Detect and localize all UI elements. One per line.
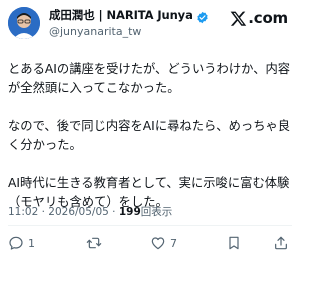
tweet-paragraph: とあるAIの講座を受けたが、どういうわけか、内容 が全然頭に入ってこなかった。 bbox=[8, 60, 296, 98]
brand-logo[interactable]: .com bbox=[230, 9, 288, 27]
tweet-date[interactable]: 2026/05/05 bbox=[48, 206, 109, 218]
divider bbox=[8, 225, 292, 226]
tweet-paragraph: なので、後で同じ内容をAIに尋ねたら、めっちゃ良 く分かった。 bbox=[8, 117, 296, 155]
reply-icon bbox=[9, 236, 23, 250]
retweet-icon bbox=[86, 237, 102, 249]
retweet-button[interactable] bbox=[86, 231, 106, 255]
reply-button[interactable]: 1 bbox=[8, 231, 35, 255]
meta-separator: · bbox=[41, 206, 45, 218]
tweet-line: が全然頭に入ってこなかった。 bbox=[8, 81, 180, 95]
display-name[interactable]: 成田潤也 | NARITA Junya bbox=[49, 7, 193, 23]
x-logo-icon bbox=[230, 11, 247, 26]
tweet-line: なので、後で同じ内容をAIに尋ねたら、めっちゃ良 bbox=[8, 119, 291, 133]
author-name-row[interactable]: 成田潤也 | NARITA Junya bbox=[49, 7, 209, 23]
heart-icon bbox=[151, 237, 165, 250]
like-count: 7 bbox=[170, 236, 177, 250]
share-button[interactable] bbox=[273, 231, 289, 255]
tweet-line: とあるAIの講座を受けたが、どういうわけか、内容 bbox=[8, 62, 291, 76]
tweet-line: AI時代に生きる教育者として、実に示唆に富む体験 bbox=[8, 176, 290, 190]
bookmark-icon bbox=[229, 236, 239, 250]
tweet-meta: 11:02 · 2026/05/05 · 199回表示 bbox=[8, 204, 172, 219]
views-count: 199 bbox=[118, 206, 141, 218]
action-bar: 1 7 bbox=[0, 231, 300, 255]
verified-badge-icon bbox=[196, 9, 209, 23]
author-handle[interactable]: @junyanarita_tw bbox=[49, 25, 141, 38]
brand-text: .com bbox=[248, 9, 288, 27]
meta-separator: · bbox=[112, 206, 116, 218]
like-button[interactable]: 7 bbox=[150, 231, 177, 255]
tweet-time[interactable]: 11:02 bbox=[8, 206, 38, 218]
reply-count: 1 bbox=[28, 236, 35, 250]
share-icon bbox=[275, 236, 287, 250]
bookmark-button[interactable] bbox=[226, 231, 242, 255]
tweet-line: く分かった。 bbox=[8, 138, 82, 152]
avatar[interactable] bbox=[8, 7, 40, 39]
tweet-card: 成田潤也 | NARITA Junya @junyanarita_tw .com… bbox=[0, 0, 300, 284]
views-label: 回表示 bbox=[140, 206, 173, 218]
